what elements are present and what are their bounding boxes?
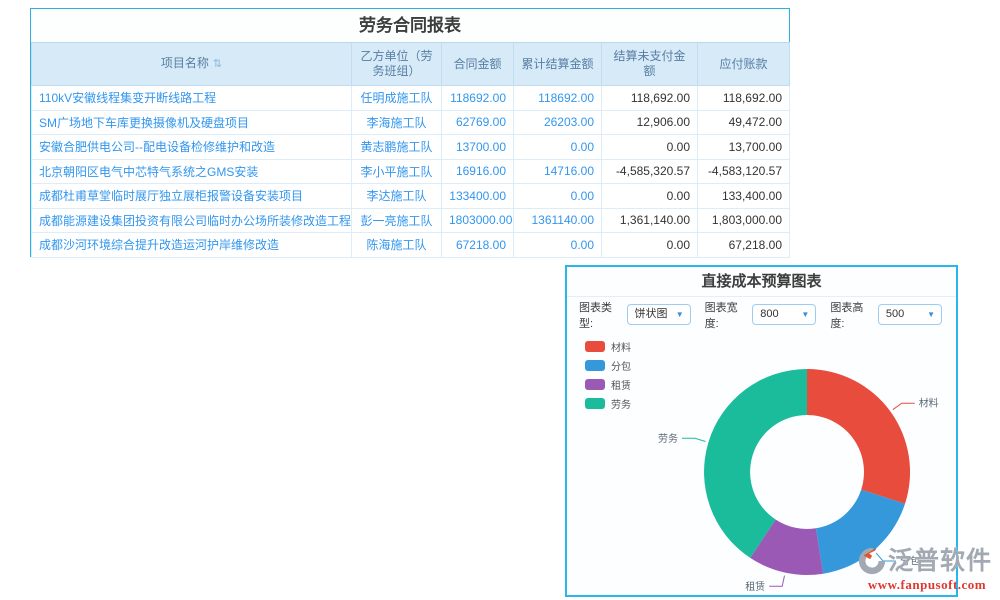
table-row: 成都杜甫草堂临时展厅独立展柜报警设备安装项目李达施工队133400.000.00… <box>32 184 790 209</box>
unit-link[interactable]: 任明成施工队 <box>352 86 442 111</box>
amount-cell: 0.00 <box>602 184 698 209</box>
amount-cell: 13700.00 <box>442 135 514 160</box>
unit-link[interactable]: 李达施工队 <box>352 184 442 209</box>
amount-cell: 0.00 <box>602 233 698 258</box>
watermark-brand: 泛普软件 <box>888 548 992 574</box>
legend-swatch <box>585 360 605 371</box>
project-name-link[interactable]: 110kV安徽线程集变开断线路工程 <box>32 86 352 111</box>
legend-label: 材料 <box>611 339 631 354</box>
legend-item-4[interactable]: 劳务 <box>585 394 631 413</box>
label-line <box>893 403 915 410</box>
legend-label: 租赁 <box>611 377 631 392</box>
legend-item-2[interactable]: 分包 <box>585 356 631 375</box>
amount-cell: 49,472.00 <box>698 110 790 135</box>
project-name-link[interactable]: 成都杜甫草堂临时展厅独立展柜报警设备安装项目 <box>32 184 352 209</box>
amount-cell: -4,583,120.57 <box>698 159 790 184</box>
amount-cell: 0.00 <box>514 233 602 258</box>
legend-swatch <box>585 379 605 390</box>
unit-link[interactable]: 李小平施工队 <box>352 159 442 184</box>
unit-link[interactable]: 彭一亮施工队 <box>352 208 442 233</box>
legend-label: 劳务 <box>611 396 631 411</box>
project-name-link[interactable]: SM广场地下车库更换摄像机及硬盘项目 <box>32 110 352 135</box>
watermark: 泛普软件 www.fanpusoft.com <box>856 546 998 593</box>
table-row: SM广场地下车库更换摄像机及硬盘项目李海施工队62769.0026203.001… <box>32 110 790 135</box>
page: 劳务合同报表 项目名称⇅乙方单位（劳务班组）合同金额累计结算金额结算未支付金额应… <box>0 0 1000 600</box>
column-header-2: 合同金额 <box>442 43 514 86</box>
label-line <box>769 576 784 587</box>
project-name-link[interactable]: 成都能源建设集团投资有限公司临时办公场所装修改造工程EPC <box>32 208 352 233</box>
amount-cell: 13,700.00 <box>698 135 790 160</box>
project-name-link[interactable]: 安徽合肥供电公司--配电设备检修维护和改造 <box>32 135 352 160</box>
sort-icon[interactable]: ⇅ <box>213 57 222 72</box>
unit-link[interactable]: 陈海施工队 <box>352 233 442 258</box>
amount-cell: 1803000.00 <box>442 208 514 233</box>
label-line <box>682 438 706 441</box>
amount-cell: 62769.00 <box>442 110 514 135</box>
column-header-0: 项目名称⇅ <box>32 43 352 86</box>
amount-cell: 16916.00 <box>442 159 514 184</box>
report-title: 劳务合同报表 <box>31 9 789 42</box>
legend-label: 分包 <box>611 358 631 373</box>
column-header-5: 应付账款 <box>698 43 790 86</box>
amount-cell: 1,803,000.00 <box>698 208 790 233</box>
watermark-url: www.fanpusoft.com <box>856 577 998 593</box>
unit-link[interactable]: 黄志鹏施工队 <box>352 135 442 160</box>
amount-cell: 26203.00 <box>514 110 602 135</box>
table-row: 成都沙河环境综合提升改造运河护岸维修改造陈海施工队67218.000.000.0… <box>32 233 790 258</box>
column-header-1: 乙方单位（劳务班组） <box>352 43 442 86</box>
legend-swatch <box>585 341 605 352</box>
amount-cell: 133,400.00 <box>698 184 790 209</box>
amount-cell: 0.00 <box>514 184 602 209</box>
amount-cell: 118,692.00 <box>698 86 790 111</box>
unit-link[interactable]: 李海施工队 <box>352 110 442 135</box>
legend-swatch <box>585 398 605 409</box>
amount-cell: 133400.00 <box>442 184 514 209</box>
pie-segment-1[interactable] <box>807 369 910 504</box>
amount-cell: 1,361,140.00 <box>602 208 698 233</box>
amount-cell: 118692.00 <box>442 86 514 111</box>
chart-legend: 材料分包租赁劳务 <box>585 337 631 413</box>
project-name-link[interactable]: 成都沙河环境综合提升改造运河护岸维修改造 <box>32 233 352 258</box>
column-header-3: 累计结算金额 <box>514 43 602 86</box>
amount-cell: 118692.00 <box>514 86 602 111</box>
report-table-head: 项目名称⇅乙方单位（劳务班组）合同金额累计结算金额结算未支付金额应付账款 <box>32 43 790 86</box>
column-header-4: 结算未支付金额 <box>602 43 698 86</box>
amount-cell: 14716.00 <box>514 159 602 184</box>
amount-cell: -4,585,320.57 <box>602 159 698 184</box>
amount-cell: 67218.00 <box>442 233 514 258</box>
project-name-link[interactable]: 北京朝阳区电气中芯特气系统之GMS安装 <box>32 159 352 184</box>
table-row: 110kV安徽线程集变开断线路工程任明成施工队118692.00118692.0… <box>32 86 790 111</box>
fanpu-logo-icon <box>856 546 888 576</box>
amount-cell: 12,906.00 <box>602 110 698 135</box>
table-row: 安徽合肥供电公司--配电设备检修维护和改造黄志鹏施工队13700.000.000… <box>32 135 790 160</box>
amount-cell: 118,692.00 <box>602 86 698 111</box>
amount-cell: 1361140.00 <box>514 208 602 233</box>
amount-cell: 0.00 <box>602 135 698 160</box>
legend-item-3[interactable]: 租赁 <box>585 375 631 394</box>
table-row: 成都能源建设集团投资有限公司临时办公场所装修改造工程EPC彭一亮施工队18030… <box>32 208 790 233</box>
legend-item-1[interactable]: 材料 <box>585 337 631 356</box>
slice-label: 材料 <box>919 397 939 410</box>
report-table: 项目名称⇅乙方单位（劳务班组）合同金额累计结算金额结算未支付金额应付账款 110… <box>31 42 790 258</box>
table-row: 北京朝阳区电气中芯特气系统之GMS安装李小平施工队16916.0014716.0… <box>32 159 790 184</box>
amount-cell: 0.00 <box>514 135 602 160</box>
labor-contract-report-panel: 劳务合同报表 项目名称⇅乙方单位（劳务班组）合同金额累计结算金额结算未支付金额应… <box>30 8 790 257</box>
slice-label: 劳务 <box>658 432 678 445</box>
amount-cell: 67,218.00 <box>698 233 790 258</box>
report-table-body: 110kV安徽线程集变开断线路工程任明成施工队118692.00118692.0… <box>32 86 790 258</box>
slice-label: 租赁 <box>745 580 765 593</box>
